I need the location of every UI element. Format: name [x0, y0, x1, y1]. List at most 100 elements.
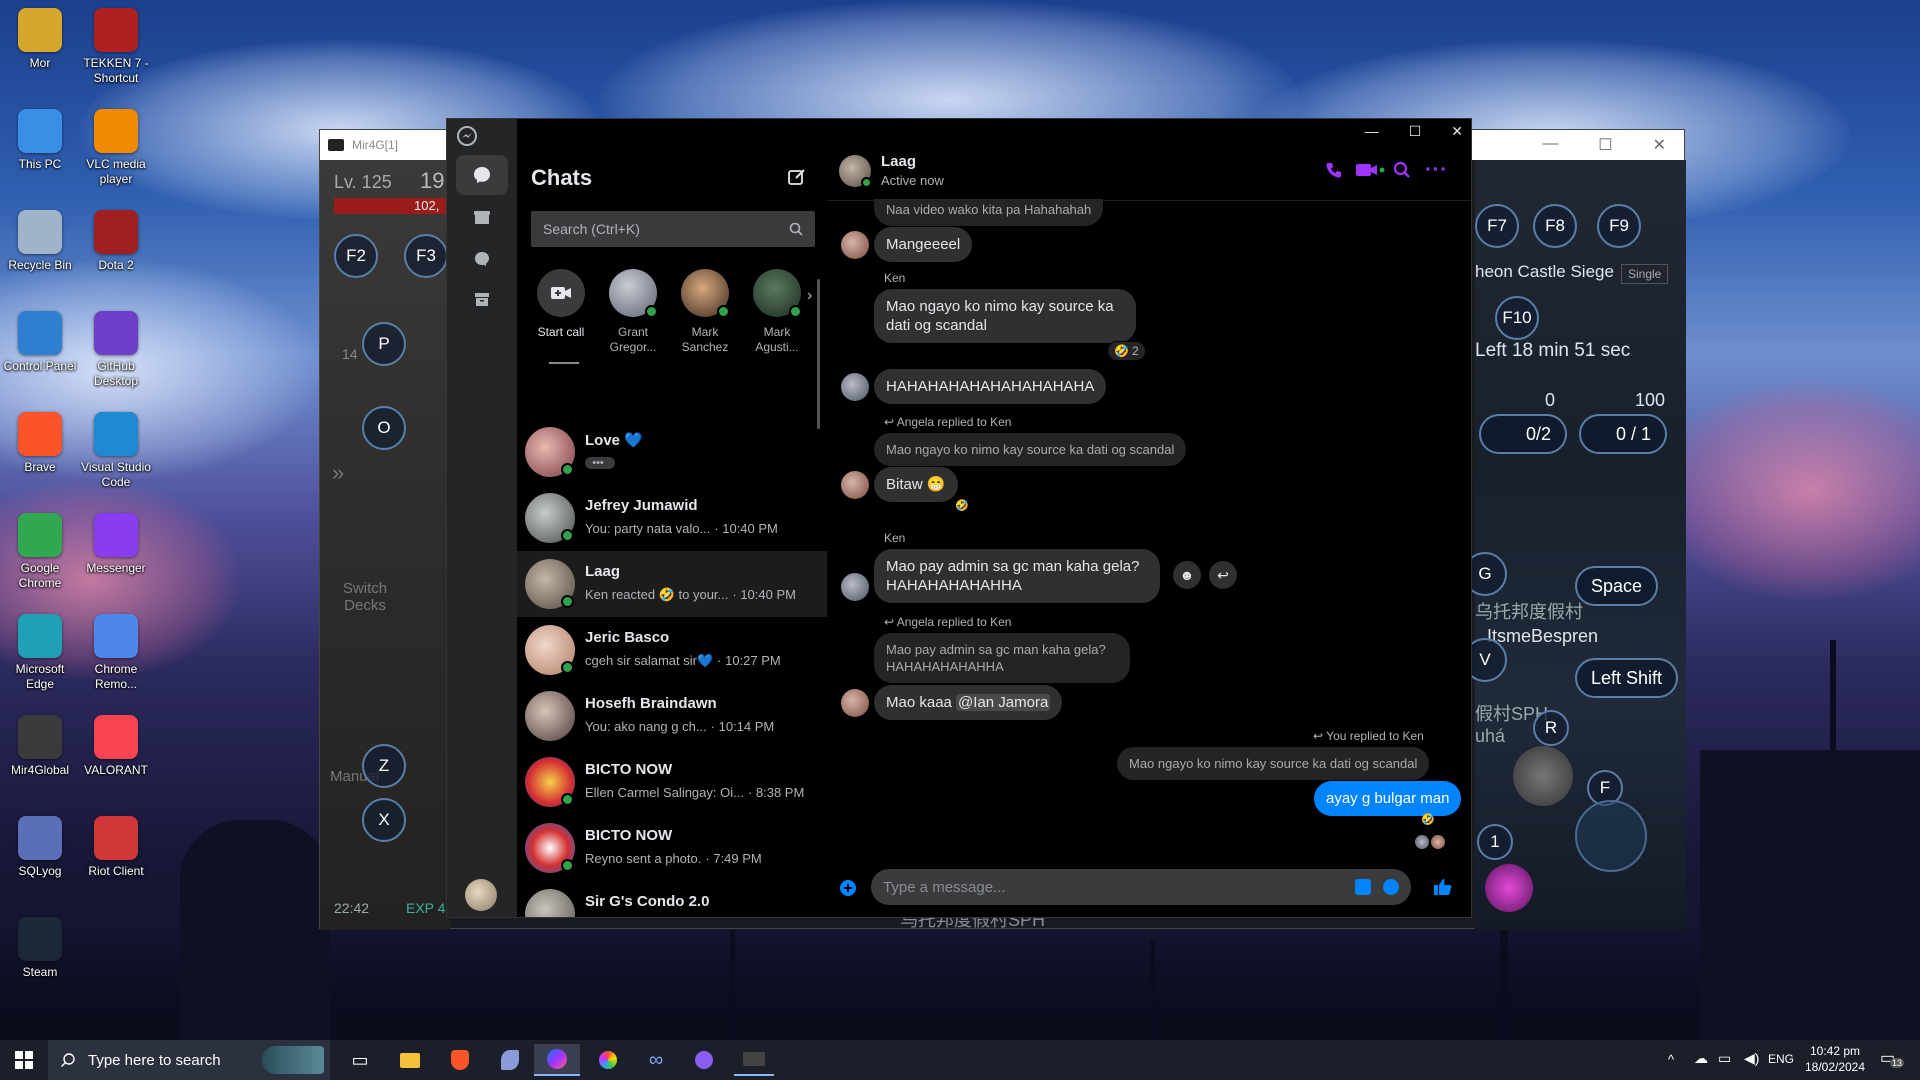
messenger-minimize-button[interactable]: — — [1365, 123, 1379, 140]
desktop-icon-chrome[interactable]: Google Chrome — [0, 513, 80, 591]
message-bubble[interactable]: Bitaw 😁 — [874, 467, 958, 502]
game-key-x[interactable]: X — [362, 798, 406, 842]
sqlyog-taskbar-button[interactable] — [490, 1044, 530, 1076]
chat-list-item[interactable]: Sir G's Condo 2.0 Grant Gregory sent a ph… — [517, 881, 827, 917]
desktop-icon-folder[interactable]: Mor — [0, 8, 80, 71]
message-bubble[interactable]: Mao ngayo ko nimo kay source ka dati og … — [874, 289, 1136, 343]
quoted-message[interactable]: Mao ngayo ko nimo kay source ka dati og … — [874, 433, 1187, 466]
language-indicator[interactable]: ENG — [1768, 1052, 1794, 1066]
color-app-taskbar-button[interactable] — [588, 1044, 628, 1076]
my-message-bubble[interactable]: ayay g bulgar man — [1314, 781, 1462, 816]
angela-avatar[interactable] — [841, 231, 869, 259]
messenger-window[interactable]: Chats Search (Ctrl+K) Start call Grant G… — [446, 118, 1472, 918]
reaction-emoji-icon[interactable]: 🤣 — [1421, 813, 1435, 826]
more-options-icon[interactable]: ··· — [1425, 159, 1448, 182]
ken-avatar[interactable] — [841, 573, 869, 601]
sticker-icon[interactable] — [1355, 879, 1371, 895]
ken-avatar[interactable] — [841, 373, 869, 401]
like-button[interactable] — [1433, 877, 1453, 902]
add-attachment-button[interactable] — [839, 879, 857, 902]
mention-link[interactable]: @Ian Jamora — [956, 694, 1051, 711]
file-explorer-button[interactable] — [390, 1044, 430, 1076]
rail-requests-button[interactable] — [456, 239, 508, 279]
game-maximize-button[interactable]: ☐ — [1598, 135, 1612, 155]
desktop-icon-control-panel[interactable]: Control Panel — [0, 311, 80, 374]
emoji-icon[interactable] — [1383, 879, 1399, 895]
quoted-message[interactable]: Mao pay admin sa gc man kaha gela? HAHAH… — [874, 633, 1130, 683]
game-key-f10[interactable]: F10 — [1495, 296, 1539, 340]
clock[interactable]: 10:42 pm 18/02/2024 — [1800, 1043, 1870, 1075]
chat-list-item[interactable]: Jefrey Jumawid You: party nata valo... · 1… — [517, 485, 827, 551]
brave-taskbar-button[interactable] — [440, 1044, 480, 1076]
game-key-r[interactable]: R — [1533, 710, 1569, 746]
game-skill-icon[interactable] — [1485, 864, 1533, 912]
desktop-icon-dota[interactable]: Dota 2 — [76, 210, 156, 273]
game-close-button[interactable]: ✕ — [1653, 135, 1666, 155]
game-key-p[interactable]: P — [362, 322, 406, 366]
audio-call-button[interactable] — [1325, 161, 1343, 184]
desktop-icon-riot[interactable]: Riot Client — [76, 816, 156, 879]
game-key-f9[interactable]: F9 — [1597, 204, 1641, 248]
reaction-emoji-icon[interactable]: 🤣 — [955, 499, 969, 512]
cloud-sync-icon[interactable]: ☁ — [1694, 1050, 1708, 1067]
network-icon[interactable]: ▭ — [1718, 1050, 1731, 1067]
message-bubble[interactable]: Mao pay admin sa gc man kaha gela? HAHAH… — [874, 549, 1160, 603]
game-key-f2[interactable]: F2 — [334, 234, 378, 278]
message-input[interactable]: Type a message... — [871, 869, 1411, 905]
messenger-taskbar-button[interactable] — [534, 1044, 580, 1076]
game-stat-c[interactable]: 0/2 — [1479, 414, 1567, 454]
story-start-call[interactable]: Start call — [531, 269, 587, 369]
github-taskbar-button[interactable] — [684, 1044, 724, 1076]
desktop-icon-github[interactable]: GitHub Desktop — [76, 311, 156, 389]
story-mark-sanchez[interactable]: Mark Sanchez — [675, 269, 735, 369]
start-button[interactable] — [4, 1044, 44, 1076]
game-minimize-button[interactable]: — — [1542, 135, 1558, 155]
game-stat-d[interactable]: 0 / 1 — [1579, 414, 1667, 454]
video-call-button[interactable] — [1355, 161, 1385, 184]
desktop-icon-vscode[interactable]: Visual Studio Code — [76, 412, 156, 490]
game-key-f7[interactable]: F7 — [1475, 204, 1519, 248]
message-bubble[interactable]: HAHAHAHAHAHAHAHAHAHA — [874, 369, 1107, 404]
game-key-1[interactable]: 1 — [1477, 824, 1513, 860]
reply-button[interactable]: ↩ — [1209, 561, 1237, 589]
chat-list-item[interactable]: Jeric Basco cgeh sir salamat sir💙 · 10:27 … — [517, 617, 827, 683]
angela-avatar[interactable] — [841, 471, 869, 499]
quoted-message[interactable]: Mao ngayo ko nimo kay source ka dati og … — [1117, 747, 1430, 780]
chat-search-input[interactable]: Search (Ctrl+K) — [531, 211, 815, 247]
message-bubble[interactable]: Mao kaaa @Ian Jamora — [874, 685, 1063, 720]
mir4-taskbar-button[interactable] — [734, 1044, 774, 1076]
chat-list-item[interactable]: Laag Ken reacted 🤣 to your... · 10:40 PM — [517, 551, 827, 617]
expand-icon[interactable]: » — [332, 460, 344, 486]
chat-list-scrollbar[interactable] — [817, 279, 820, 429]
game-attack-button[interactable] — [1575, 800, 1647, 872]
notifications-button[interactable]: ▭ 13 — [1880, 1048, 1905, 1070]
chat-list-item[interactable]: BICTO NOW Reyno sent a photo. · 7:49 PM — [517, 815, 827, 881]
desktop-icon-steam[interactable]: Steam — [0, 917, 80, 980]
rail-marketplace-button[interactable] — [456, 197, 508, 237]
game-skill-orb[interactable] — [1513, 746, 1573, 806]
desktop-icon-sqlyog[interactable]: SQLyog — [0, 816, 80, 879]
profile-avatar[interactable] — [465, 879, 497, 911]
chat-list-item[interactable]: Hosefh Braindawn You: ako nang g ch... · 1… — [517, 683, 827, 749]
stories-next-icon[interactable]: › — [807, 287, 812, 305]
rail-chats-button[interactable] — [456, 155, 508, 195]
desktop-icon-messenger[interactable]: Messenger — [76, 513, 156, 576]
show-hidden-icons-button[interactable]: ^ — [1668, 1052, 1674, 1067]
new-message-button[interactable] — [787, 167, 809, 189]
messenger-close-button[interactable]: ✕ — [1451, 123, 1463, 140]
desktop-icon-vlc[interactable]: VLC media player — [76, 109, 156, 187]
desktop-icon-recycle-bin[interactable]: Recycle Bin — [0, 210, 80, 273]
story-mark-agusti[interactable]: Mark Agusti... — [747, 269, 807, 369]
message-bubble[interactable]: Mangeeeel — [874, 227, 973, 262]
game-key-o[interactable]: O — [362, 406, 406, 450]
taskbar-search[interactable]: Type here to search — [48, 1040, 330, 1080]
infinity-app-taskbar-button[interactable]: ∞ — [636, 1044, 676, 1076]
angela-avatar[interactable] — [841, 689, 869, 717]
rail-archive-button[interactable] — [456, 279, 508, 319]
desktop-icon-edge[interactable]: Microsoft Edge — [0, 614, 80, 692]
chat-list-item[interactable]: Love 💙 ••• — [517, 419, 827, 485]
desktop-icon-mir4[interactable]: Mir4Global — [0, 715, 80, 778]
story-grant[interactable]: Grant Gregor... — [603, 269, 663, 369]
game-key-f3[interactable]: F3 — [404, 234, 448, 278]
reaction-pill[interactable]: 🤣 2 — [1107, 341, 1146, 361]
